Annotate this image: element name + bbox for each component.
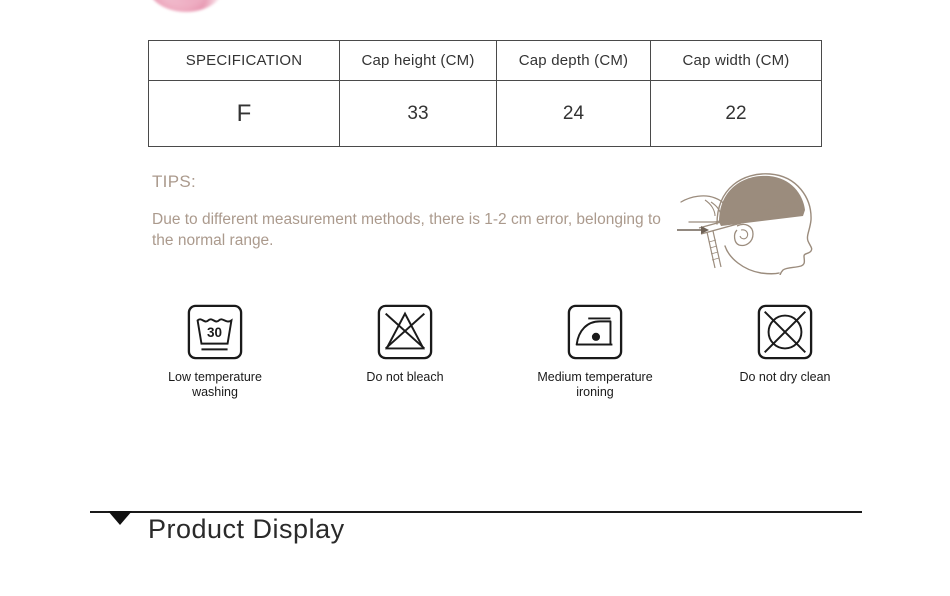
head-profile-icon [677, 173, 813, 283]
care-item-washing: 30 Low temperature washing [120, 303, 310, 400]
do-not-bleach-icon [377, 304, 433, 360]
cell-cap-width: 22 [650, 80, 822, 147]
cell-cap-height: 33 [339, 80, 497, 147]
specification-table: SPECIFICATION Cap height (CM) Cap depth … [148, 40, 822, 147]
care-item-dry-clean: Do not dry clean [690, 303, 880, 400]
head-measure-diagram [675, 160, 825, 283]
tips-title: TIPS: [152, 172, 197, 191]
cell-specification: F [148, 80, 340, 147]
page-title: Product Display [148, 514, 345, 544]
wash-tub-30-icon: 30 [187, 304, 243, 360]
care-label-bleach: Do not bleach [366, 370, 444, 384]
table-header-specification: SPECIFICATION [148, 40, 340, 81]
table-header-row: SPECIFICATION Cap height (CM) Cap depth … [148, 40, 822, 81]
table-header-cap-height: Cap height (CM) [339, 40, 497, 81]
down-triangle-icon [108, 511, 132, 525]
svg-text:30: 30 [207, 325, 222, 340]
care-item-ironing: Medium temperature ironing [500, 303, 690, 400]
section-divider-rule [90, 511, 862, 513]
care-item-bleach: Do not bleach [310, 303, 500, 400]
care-label-dry-clean: Do not dry clean [739, 370, 831, 384]
table-header-cap-width: Cap width (CM) [650, 40, 822, 81]
care-symbols-row: 30 Low temperature washing Do not bleach… [120, 303, 880, 400]
pompom-product-image [148, 0, 224, 12]
iron-medium-icon [567, 304, 623, 360]
tips-block: TIPS: Due to different measurement metho… [152, 172, 692, 252]
care-label-ironing: Medium temperature ironing [537, 370, 653, 399]
table-header-cap-depth: Cap depth (CM) [496, 40, 651, 81]
table-row: F 33 24 22 [148, 80, 822, 147]
cell-cap-depth: 24 [496, 80, 651, 147]
do-not-dry-clean-icon [757, 304, 813, 360]
care-label-washing: Low temperature washing [168, 370, 262, 399]
tips-body-text: Due to different measurement methods, th… [152, 211, 661, 249]
